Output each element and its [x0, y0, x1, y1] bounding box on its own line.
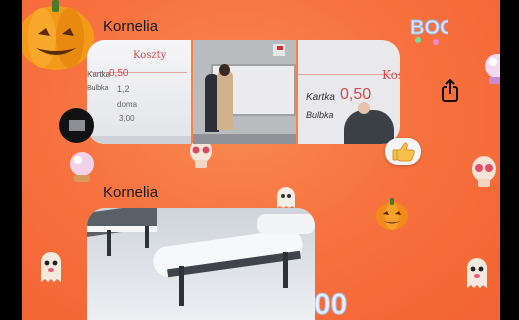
svg-text:00: 00 [314, 288, 347, 320]
whiteboard-row-value: 1,2 [117, 84, 130, 94]
thumbs-up-icon [392, 142, 415, 162]
wall-emblem-flag [277, 46, 283, 50]
avatar[interactable] [59, 108, 94, 143]
classroom-floor [193, 134, 296, 144]
photo-students-at-board[interactable] [193, 40, 296, 144]
ghost-boo-sticker: 00 [314, 288, 348, 320]
pumpkin-sticker [376, 198, 408, 230]
student-head [219, 64, 230, 76]
photo-snowy-benches[interactable] [87, 208, 315, 320]
skull-sticker [472, 156, 496, 187]
ghost-sticker [277, 187, 295, 208]
student-hand [358, 102, 370, 114]
whiteboard-row-value: 0,50 [109, 68, 129, 79]
chat-background: BOO 00 Kornelia Koszty Kartka 0,50 Bulbk… [22, 0, 500, 320]
student-figure [217, 70, 233, 130]
sender-name: Kornelia [103, 18, 159, 35]
whiteboard-row-label: Bulbka [306, 110, 334, 120]
reaction-badge[interactable] [385, 138, 421, 165]
bench-leg [107, 230, 111, 256]
bench-leg [145, 226, 149, 248]
app-window: BOO 00 Kornelia Koszty Kartka 0,50 Bulbk… [0, 0, 519, 320]
ghost-sticker [41, 252, 61, 282]
sender-name: Kornelia [103, 184, 159, 201]
svg-text:BOO: BOO [410, 17, 448, 39]
whiteboard-row-value: doma [117, 100, 138, 109]
whiteboard-row-value: 3,00 [119, 114, 135, 123]
whiteboard-title: Koszty [133, 50, 167, 61]
bench-leg [179, 266, 184, 306]
share-button[interactable] [431, 76, 469, 108]
bench-leg [283, 252, 288, 288]
ghost-sticker [467, 258, 487, 288]
whiteboard-row-label: Bulbka [87, 85, 109, 92]
share-icon [442, 78, 458, 102]
whiteboard-row-label: Kartka [306, 92, 335, 103]
photo-whiteboard-costs[interactable]: Koszty Kartka 0,50 Bulbka 1,2 doma 3,00 [87, 40, 191, 144]
crystal-ball-sticker [70, 152, 94, 182]
pumpkin-sticker-large [22, 0, 94, 70]
avatar-photo [69, 120, 85, 131]
whiteboard-tray [87, 136, 191, 144]
bench-snow-top [257, 214, 315, 234]
whiteboard-title: Koszty [382, 68, 400, 82]
photo-whiteboard-closeup[interactable]: Koszty Kartka 0,50 Bulbka [298, 40, 400, 144]
crystal-ball-sticker [485, 54, 500, 84]
whiteboard-row-value: 0,50 [340, 86, 372, 103]
ghost-boo-sticker: BOO [410, 17, 448, 45]
whiteboard-row-label: Kartka [87, 70, 111, 79]
